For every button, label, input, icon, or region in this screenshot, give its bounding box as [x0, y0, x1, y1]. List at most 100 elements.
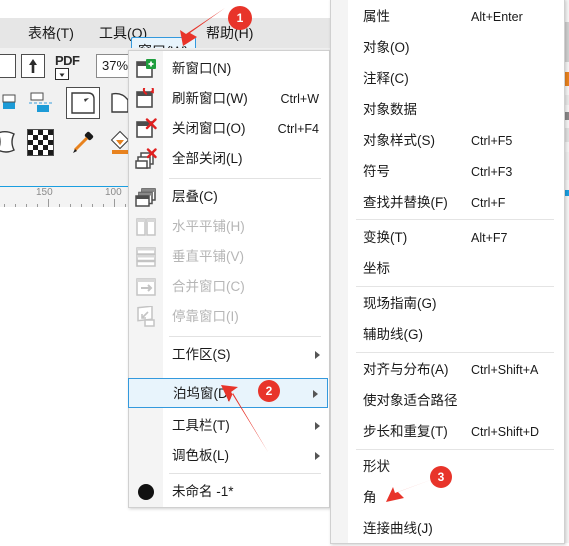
menu-item-accel: Ctrl+F4 — [277, 122, 319, 136]
chevron-right-icon — [315, 422, 320, 430]
submenu-item-step-repeat[interactable]: 步长和重复(T) Ctrl+Shift+D — [331, 415, 564, 449]
menu-item-label: 层叠(C) — [172, 189, 218, 204]
import-icon[interactable] — [0, 54, 16, 78]
submenu-item-label: 对象样式(S) — [363, 133, 435, 148]
menu-separator — [169, 336, 321, 337]
menu-item-refresh-window[interactable]: 刷新窗口(W) Ctrl+W — [129, 84, 329, 114]
submenu-item-fit-object-to-path[interactable]: 使对象适合路径 — [331, 384, 564, 418]
menu-item-label: 未命名 -1* — [172, 484, 234, 499]
window-refresh-icon — [135, 84, 157, 110]
submenu-item-properties[interactable]: 属性 Alt+Enter — [331, 0, 564, 34]
submenu-item-corner[interactable]: 角 — [331, 481, 564, 515]
dock-window-icon — [135, 305, 157, 328]
export-icon[interactable] — [21, 54, 45, 78]
menu-item-close-all[interactable]: 全部关闭(L) — [129, 144, 329, 174]
menubar-item-table[interactable]: 表格(T) — [22, 18, 80, 48]
window-new-icon — [135, 58, 157, 80]
ruler-label: 100 — [105, 187, 122, 198]
submenu-item-symbol[interactable]: 符号 Ctrl+F3 — [331, 155, 564, 189]
align-left-icon[interactable] — [0, 89, 20, 115]
menu-item-label: 调色板(L) — [172, 448, 229, 463]
submenu-item-live-guide[interactable]: 现场指南(G) — [331, 287, 564, 321]
menu-item-accel: Ctrl+W — [280, 92, 319, 106]
ruler-label: 150 — [36, 187, 53, 198]
menu-item-document-untitled[interactable]: 未命名 -1* — [129, 477, 329, 507]
submenu-separator — [356, 219, 554, 220]
submenu-item-coordinates[interactable]: 坐标 — [331, 252, 564, 286]
submenu-item-label: 对齐与分布(A) — [363, 362, 449, 377]
menu-item-label: 关闭窗口(O) — [172, 121, 246, 136]
eyedropper-icon[interactable] — [68, 129, 98, 159]
submenu-item-label: 符号 — [363, 164, 390, 179]
menu-item-close-window[interactable]: 关闭窗口(O) Ctrl+F4 — [129, 114, 329, 144]
menu-item-label: 刷新窗口(W) — [172, 91, 248, 106]
menu-item-toolbar[interactable]: 工具栏(T) — [129, 411, 329, 441]
menu-item-tile-horizontal[interactable]: 水平平铺(H) — [129, 212, 329, 242]
annotation-badge-3: 3 — [430, 466, 452, 488]
menu-item-palette[interactable]: 调色板(L) — [129, 441, 329, 471]
menu-item-label: 工具栏(T) — [172, 418, 230, 433]
menu-bar: 表格(T) 工具(O) 窗口(W) 帮助(H) — [0, 18, 330, 65]
window-dropdown-menu: 新窗口(N) 刷新窗口(W) Ctrl+W 关闭窗口(O) Ctrl+F4 全部… — [128, 50, 330, 508]
submenu-item-align-distribute[interactable]: 对齐与分布(A) Ctrl+Shift+A — [331, 353, 564, 387]
submenu-item-transform[interactable]: 变换(T) Alt+F7 — [331, 221, 564, 255]
pdf-export-icon[interactable]: PDF — [55, 53, 89, 80]
submenu-item-accel: Ctrl+Shift+D — [471, 425, 540, 439]
tile-horizontal-icon — [135, 216, 157, 238]
submenu-item-label: 属性 — [363, 9, 390, 24]
submenu-item-label: 注释(C) — [363, 71, 409, 86]
chevron-right-icon — [313, 390, 318, 398]
submenu-item-label: 使对象适合路径 — [363, 393, 458, 408]
submenu-item-label: 连接曲线(J) — [363, 521, 433, 536]
menu-item-label: 泊坞窗(D) — [173, 386, 233, 401]
window-close-icon — [135, 118, 157, 140]
transparency-icon[interactable] — [27, 129, 54, 156]
submenu-item-accel: Ctrl+F — [471, 196, 506, 210]
shape-corner-icon[interactable] — [66, 87, 100, 119]
submenu-item-object-styles[interactable]: 对象样式(S) Ctrl+F5 — [331, 124, 564, 158]
submenu-item-label: 坐标 — [363, 261, 390, 276]
submenu-item-connect-curve[interactable]: 连接曲线(J) — [331, 512, 564, 546]
envelope-icon[interactable] — [0, 128, 22, 158]
menu-item-dock-window[interactable]: 停靠窗口(I) — [129, 302, 329, 332]
menu-separator — [169, 473, 321, 474]
submenu-item-find-replace[interactable]: 查找并替换(F) Ctrl+F — [331, 186, 564, 220]
submenu-item-label: 现场指南(G) — [363, 296, 437, 311]
submenu-item-label: 对象数据 — [363, 102, 417, 117]
menu-item-label: 水平平铺(H) — [172, 219, 245, 234]
pdf-label: PDF — [55, 53, 80, 68]
submenu-item-accel: Alt+Enter — [471, 10, 523, 24]
menu-item-label: 全部关闭(L) — [172, 151, 243, 166]
menu-item-merge-window[interactable]: 合并窗口(C) — [129, 272, 329, 302]
menu-item-cascade[interactable]: 层叠(C) — [129, 182, 329, 212]
tile-vertical-icon — [135, 246, 157, 268]
submenu-item-label: 查找并替换(F) — [363, 195, 448, 210]
menu-item-workspace[interactable]: 工作区(S) — [129, 340, 329, 370]
submenu-item-label: 形状 — [363, 459, 390, 474]
menu-separator — [169, 178, 321, 179]
submenu-item-label: 角 — [363, 490, 377, 505]
menu-item-label: 垂直平铺(V) — [172, 249, 244, 264]
menu-item-tile-vertical[interactable]: 垂直平铺(V) — [129, 242, 329, 272]
submenu-item-accel: Ctrl+Shift+A — [471, 363, 539, 377]
submenu-item-accel: Alt+F7 — [471, 231, 508, 245]
docker-submenu: 属性 Alt+Enter 对象(O) 注释(C) 对象数据 对象样式(S) Ct… — [330, 0, 565, 544]
submenu-item-object[interactable]: 对象(O) — [331, 31, 564, 65]
menu-item-label: 停靠窗口(I) — [172, 309, 239, 324]
menu-item-label: 合并窗口(C) — [172, 279, 245, 294]
submenu-item-guidelines[interactable]: 辅助线(G) — [331, 318, 564, 352]
annotation-badge-1: 1 — [228, 6, 252, 30]
chevron-right-icon — [315, 452, 320, 460]
annotation-badge-2: 2 — [258, 380, 280, 402]
submenu-item-label: 对象(O) — [363, 40, 410, 55]
menu-item-docker[interactable]: 泊坞窗(D) — [128, 378, 328, 408]
menu-item-label: 新窗口(N) — [172, 61, 232, 76]
merge-window-icon — [135, 276, 157, 298]
submenu-item-object-data[interactable]: 对象数据 — [331, 93, 564, 127]
submenu-item-label: 步长和重复(T) — [363, 424, 448, 439]
submenu-item-annotation[interactable]: 注释(C) — [331, 62, 564, 96]
align-center-icon[interactable] — [27, 89, 55, 115]
submenu-item-accel: Ctrl+F5 — [471, 134, 513, 148]
menu-item-new-window[interactable]: 新窗口(N) — [129, 54, 329, 84]
window-close-all-icon — [135, 148, 157, 170]
